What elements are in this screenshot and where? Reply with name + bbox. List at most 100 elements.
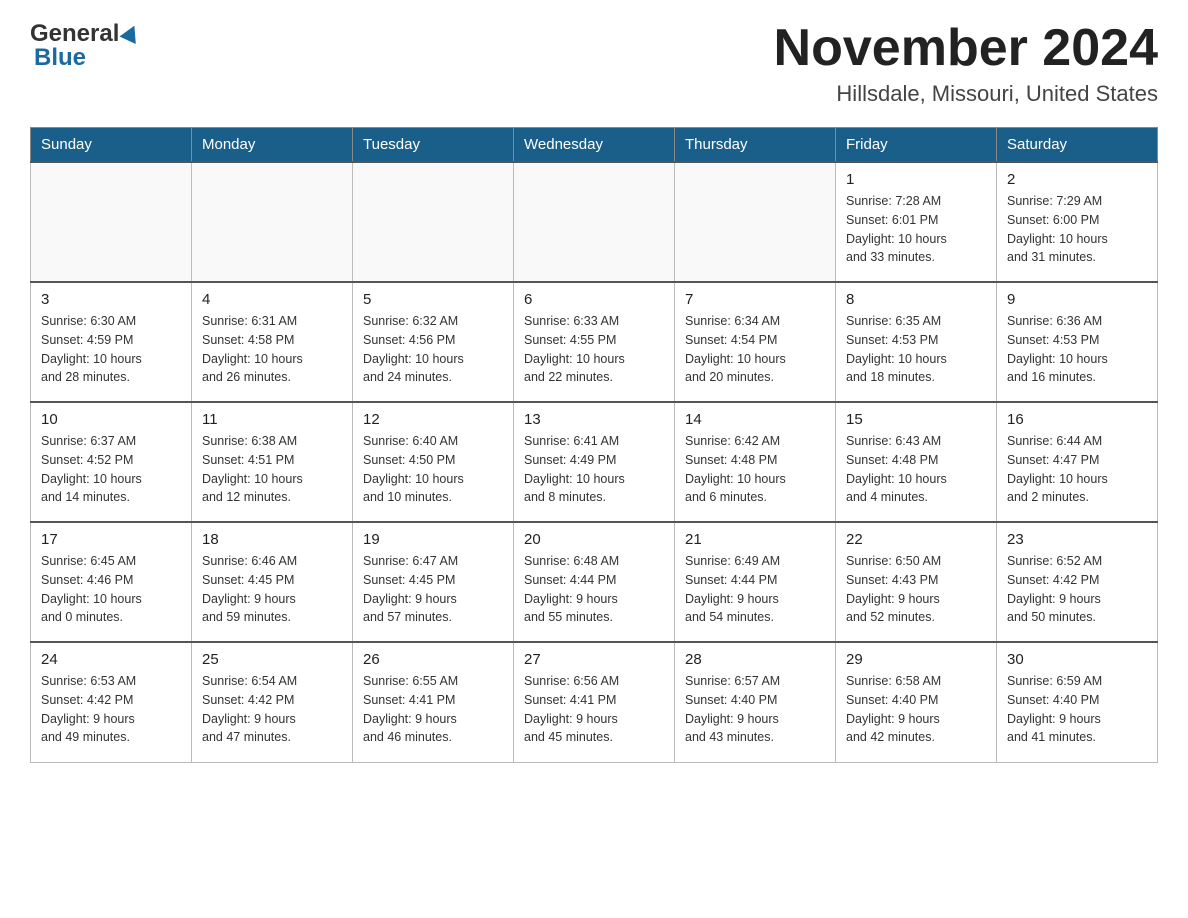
day-number: 24 — [41, 651, 181, 668]
day-info: Sunrise: 6:38 AMSunset: 4:51 PMDaylight:… — [202, 432, 342, 507]
calendar-cell-1-4 — [514, 162, 675, 282]
day-info: Sunrise: 7:29 AMSunset: 6:00 PMDaylight:… — [1007, 192, 1147, 267]
title-block: November 2024 Hillsdale, Missouri, Unite… — [774, 20, 1158, 107]
calendar-cell-1-2 — [192, 162, 353, 282]
day-number: 23 — [1007, 531, 1147, 548]
col-header-monday: Monday — [192, 128, 353, 163]
day-info: Sunrise: 6:50 AMSunset: 4:43 PMDaylight:… — [846, 552, 986, 627]
calendar-cell-5-3: 26Sunrise: 6:55 AMSunset: 4:41 PMDayligh… — [353, 642, 514, 762]
calendar-cell-3-2: 11Sunrise: 6:38 AMSunset: 4:51 PMDayligh… — [192, 402, 353, 522]
calendar-cell-3-5: 14 Sunrise: 6:42 AMSunset: 4:48 PMDayligh… — [675, 402, 836, 522]
day-info: Sunrise: 6:45 AMSunset: 4:46 PMDaylight:… — [41, 552, 181, 627]
calendar-cell-2-3: 5Sunrise: 6:32 AMSunset: 4:56 PMDaylight… — [353, 282, 514, 402]
day-number: 16 — [1007, 411, 1147, 428]
day-info: Sunrise: 6:41 AMSunset: 4:49 PMDaylight:… — [524, 432, 664, 507]
logo-triangle-icon — [120, 21, 143, 43]
calendar-cell-1-1 — [31, 162, 192, 282]
day-info: Sunrise: 6:43 AMSunset: 4:48 PMDaylight:… — [846, 432, 986, 507]
calendar-cell-1-7: 2 Sunrise: 7:29 AMSunset: 6:00 PMDaylight… — [997, 162, 1158, 282]
calendar-cell-4-3: 19Sunrise: 6:47 AMSunset: 4:45 PMDayligh… — [353, 522, 514, 642]
calendar-cell-2-6: 8 Sunrise: 6:35 AMSunset: 4:53 PMDaylight… — [836, 282, 997, 402]
day-info: Sunrise: 6:33 AMSunset: 4:55 PMDaylight:… — [524, 312, 664, 387]
calendar-cell-4-2: 18 Sunrise: 6:46 AMSunset: 4:45 PMDayligh… — [192, 522, 353, 642]
day-info: Sunrise: 6:58 AMSunset: 4:40 PMDaylight:… — [846, 672, 986, 747]
col-header-tuesday: Tuesday — [353, 128, 514, 163]
day-info: Sunrise: 6:40 AMSunset: 4:50 PMDaylight:… — [363, 432, 503, 507]
day-info: Sunrise: 6:59 AMSunset: 4:40 PMDaylight:… — [1007, 672, 1147, 747]
day-number: 8 — [846, 291, 986, 308]
week-row-1: 1Sunrise: 7:28 AMSunset: 6:01 PMDaylight… — [31, 162, 1158, 282]
day-info: Sunrise: 6:32 AMSunset: 4:56 PMDaylight:… — [363, 312, 503, 387]
calendar-cell-5-5: 28Sunrise: 6:57 AMSunset: 4:40 PMDayligh… — [675, 642, 836, 762]
calendar-cell-2-2: 4 Sunrise: 6:31 AMSunset: 4:58 PMDaylight… — [192, 282, 353, 402]
day-number: 26 — [363, 651, 503, 668]
calendar-cell-1-6: 1Sunrise: 7:28 AMSunset: 6:01 PMDaylight… — [836, 162, 997, 282]
week-row-2: 3 Sunrise: 6:30 AMSunset: 4:59 PMDaylight… — [31, 282, 1158, 402]
day-number: 15 — [846, 411, 986, 428]
day-number: 10 — [41, 411, 181, 428]
day-info: Sunrise: 6:35 AMSunset: 4:53 PMDaylight:… — [846, 312, 986, 387]
day-number: 13 — [524, 411, 664, 428]
day-number: 18 — [202, 531, 342, 548]
calendar-cell-1-3 — [353, 162, 514, 282]
day-info: Sunrise: 6:52 AMSunset: 4:42 PMDaylight:… — [1007, 552, 1147, 627]
day-number: 17 — [41, 531, 181, 548]
calendar-cell-3-4: 13 Sunrise: 6:41 AMSunset: 4:49 PMDayligh… — [514, 402, 675, 522]
day-info: Sunrise: 6:49 AMSunset: 4:44 PMDaylight:… — [685, 552, 825, 627]
day-number: 2 — [1007, 171, 1147, 188]
day-info: Sunrise: 6:46 AMSunset: 4:45 PMDaylight:… — [202, 552, 342, 627]
col-header-wednesday: Wednesday — [514, 128, 675, 163]
col-header-friday: Friday — [836, 128, 997, 163]
day-number: 22 — [846, 531, 986, 548]
day-number: 4 — [202, 291, 342, 308]
week-row-4: 17 Sunrise: 6:45 AMSunset: 4:46 PMDayligh… — [31, 522, 1158, 642]
day-number: 30 — [1007, 651, 1147, 668]
day-info: Sunrise: 6:56 AMSunset: 4:41 PMDaylight:… — [524, 672, 664, 747]
calendar-cell-4-1: 17 Sunrise: 6:45 AMSunset: 4:46 PMDayligh… — [31, 522, 192, 642]
day-info: Sunrise: 6:30 AMSunset: 4:59 PMDaylight:… — [41, 312, 181, 387]
calendar-cell-3-7: 16Sunrise: 6:44 AMSunset: 4:47 PMDayligh… — [997, 402, 1158, 522]
day-info: Sunrise: 6:42 AMSunset: 4:48 PMDaylight:… — [685, 432, 825, 507]
calendar-cell-5-1: 24 Sunrise: 6:53 AMSunset: 4:42 PMDayligh… — [31, 642, 192, 762]
day-number: 25 — [202, 651, 342, 668]
calendar-cell-2-7: 9Sunrise: 6:36 AMSunset: 4:53 PMDaylight… — [997, 282, 1158, 402]
week-row-5: 24 Sunrise: 6:53 AMSunset: 4:42 PMDayligh… — [31, 642, 1158, 762]
col-header-thursday: Thursday — [675, 128, 836, 163]
day-number: 1 — [846, 171, 986, 188]
calendar-cell-4-7: 23 Sunrise: 6:52 AMSunset: 4:42 PMDayligh… — [997, 522, 1158, 642]
calendar-cell-3-6: 15 Sunrise: 6:43 AMSunset: 4:48 PMDayligh… — [836, 402, 997, 522]
calendar-cell-4-6: 22 Sunrise: 6:50 AMSunset: 4:43 PMDayligh… — [836, 522, 997, 642]
month-title: November 2024 — [774, 20, 1158, 77]
day-number: 14 — [685, 411, 825, 428]
calendar-cell-5-6: 29 Sunrise: 6:58 AMSunset: 4:40 PMDayligh… — [836, 642, 997, 762]
day-number: 27 — [524, 651, 664, 668]
col-header-sunday: Sunday — [31, 128, 192, 163]
day-info: Sunrise: 6:53 AMSunset: 4:42 PMDaylight:… — [41, 672, 181, 747]
calendar-cell-5-4: 27 Sunrise: 6:56 AMSunset: 4:41 PMDayligh… — [514, 642, 675, 762]
calendar-cell-1-5 — [675, 162, 836, 282]
calendar-cell-2-1: 3 Sunrise: 6:30 AMSunset: 4:59 PMDaylight… — [31, 282, 192, 402]
day-info: Sunrise: 6:36 AMSunset: 4:53 PMDaylight:… — [1007, 312, 1147, 387]
logo: General Blue — [30, 20, 140, 72]
day-number: 12 — [363, 411, 503, 428]
location-title: Hillsdale, Missouri, United States — [774, 81, 1158, 107]
col-header-saturday: Saturday — [997, 128, 1158, 163]
calendar-cell-4-5: 21Sunrise: 6:49 AMSunset: 4:44 PMDayligh… — [675, 522, 836, 642]
day-number: 19 — [363, 531, 503, 548]
calendar-cell-4-4: 20Sunrise: 6:48 AMSunset: 4:44 PMDayligh… — [514, 522, 675, 642]
day-info: Sunrise: 6:48 AMSunset: 4:44 PMDaylight:… — [524, 552, 664, 627]
calendar-cell-2-4: 6 Sunrise: 6:33 AMSunset: 4:55 PMDaylight… — [514, 282, 675, 402]
day-number: 3 — [41, 291, 181, 308]
day-info: Sunrise: 6:31 AMSunset: 4:58 PMDaylight:… — [202, 312, 342, 387]
day-number: 6 — [524, 291, 664, 308]
calendar-cell-3-1: 10 Sunrise: 6:37 AMSunset: 4:52 PMDayligh… — [31, 402, 192, 522]
week-row-3: 10 Sunrise: 6:37 AMSunset: 4:52 PMDayligh… — [31, 402, 1158, 522]
calendar-header-row: SundayMondayTuesdayWednesdayThursdayFrid… — [31, 128, 1158, 163]
day-number: 29 — [846, 651, 986, 668]
day-number: 28 — [685, 651, 825, 668]
logo-blue-text: Blue — [34, 44, 86, 72]
day-info: Sunrise: 6:37 AMSunset: 4:52 PMDaylight:… — [41, 432, 181, 507]
calendar-cell-3-3: 12 Sunrise: 6:40 AMSunset: 4:50 PMDayligh… — [353, 402, 514, 522]
day-info: Sunrise: 6:34 AMSunset: 4:54 PMDaylight:… — [685, 312, 825, 387]
page-header: General Blue November 2024 Hillsdale, Mi… — [30, 20, 1158, 107]
